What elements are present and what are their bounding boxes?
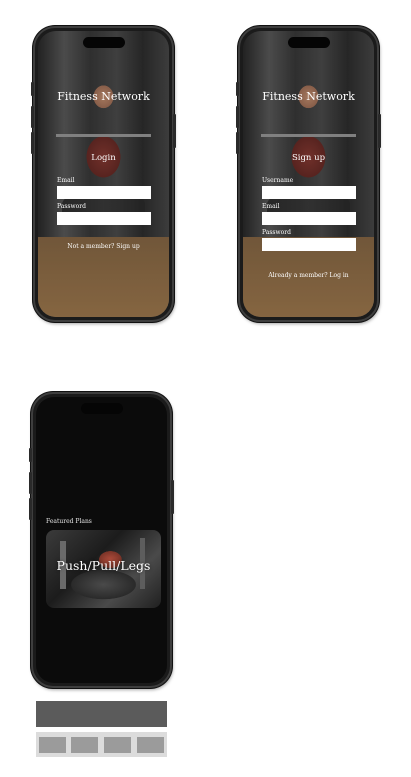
login-link[interactable]: Already a member? Log in xyxy=(243,272,374,279)
email-field[interactable] xyxy=(262,212,356,225)
phone-button xyxy=(31,106,34,128)
dynamic-island xyxy=(287,37,330,48)
username-field[interactable] xyxy=(262,186,356,199)
password-label: Password xyxy=(57,203,86,210)
wireframe-tab[interactable] xyxy=(39,737,66,753)
signup-phone: Fitness Network Sign up Username Email P… xyxy=(236,26,381,322)
phone-button xyxy=(29,448,32,462)
phone-button xyxy=(236,106,239,128)
phone-button xyxy=(31,132,34,154)
password-field[interactable] xyxy=(57,212,151,225)
phone-button xyxy=(236,132,239,154)
plan-card[interactable]: Push/Pull/Legs xyxy=(46,530,161,608)
phone-button xyxy=(171,480,174,514)
phone-button xyxy=(378,114,381,148)
login-screen: Fitness Network Login Email Password Not… xyxy=(38,31,169,317)
form-heading: Sign up xyxy=(291,153,326,163)
email-label: Email xyxy=(262,203,280,210)
email-field[interactable] xyxy=(57,186,151,199)
featured-plans-label: Featured Plans xyxy=(46,518,92,525)
wireframe-tab[interactable] xyxy=(71,737,98,753)
dynamic-island xyxy=(82,37,125,48)
plan-title: Push/Pull/Legs xyxy=(56,558,151,573)
wireframe-tab[interactable] xyxy=(104,737,131,753)
form-heading: Login xyxy=(91,153,116,163)
phone-button xyxy=(31,82,34,96)
signup-link[interactable]: Not a member? Sign up xyxy=(38,243,169,250)
wireframe-nav-bar xyxy=(36,701,167,727)
username-label: Username xyxy=(262,177,294,184)
signup-screen: Fitness Network Sign up Username Email P… xyxy=(243,31,374,317)
password-field[interactable] xyxy=(262,238,356,251)
home-screen: Featured Plans Push/Pull/Legs xyxy=(36,397,167,683)
wireframe-tab-bar xyxy=(36,732,167,757)
wireframe-tab[interactable] xyxy=(137,737,164,753)
phone-button xyxy=(236,82,239,96)
phone-button xyxy=(173,114,176,148)
home-phone: Featured Plans Push/Pull/Legs xyxy=(29,392,174,688)
phone-button xyxy=(29,498,32,520)
login-phone: Fitness Network Login Email Password Not… xyxy=(31,26,176,322)
app-title: Fitness Network xyxy=(57,90,150,103)
phone-button xyxy=(29,472,32,494)
app-title: Fitness Network xyxy=(262,90,355,103)
dynamic-island xyxy=(80,403,123,414)
password-label: Password xyxy=(262,229,291,236)
email-label: Email xyxy=(57,177,75,184)
